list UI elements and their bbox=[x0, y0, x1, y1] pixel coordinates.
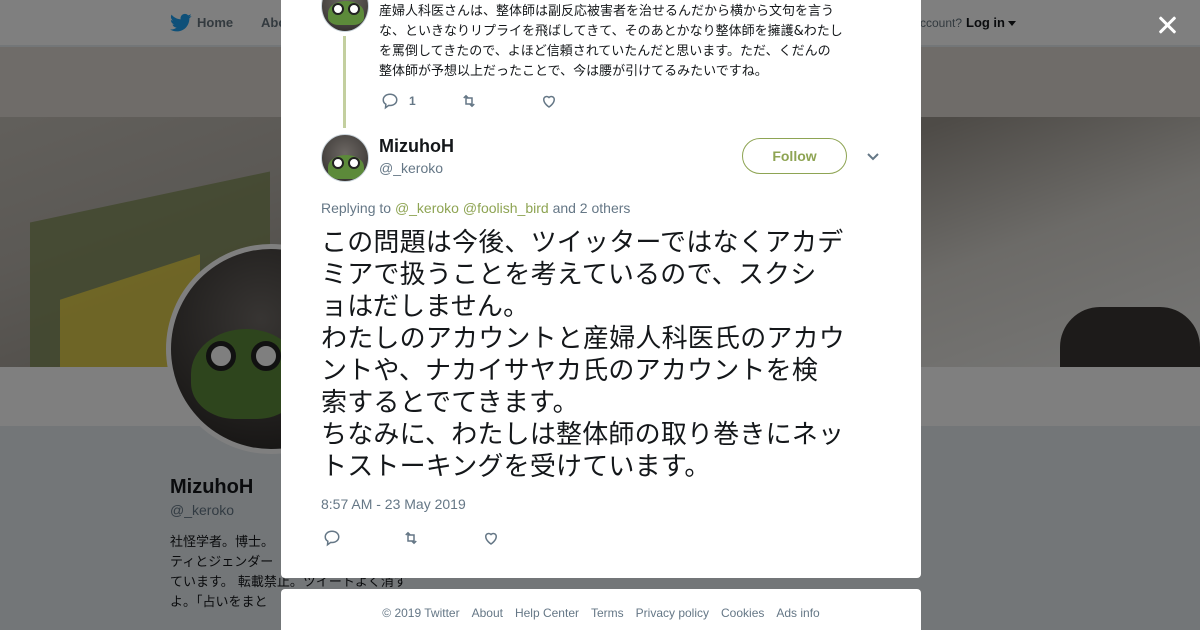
footer-copyright: © 2019 Twitter bbox=[382, 606, 460, 620]
footer-link-about[interactable]: About bbox=[472, 606, 503, 620]
footer-link-cookies[interactable]: Cookies bbox=[721, 606, 764, 620]
close-icon[interactable] bbox=[1154, 12, 1180, 38]
reply-button[interactable] bbox=[323, 529, 341, 549]
heart-icon bbox=[484, 532, 498, 545]
parent-reply-button[interactable]: 1 bbox=[381, 92, 416, 112]
reply-count: 1 bbox=[409, 94, 416, 108]
chevron-down-icon[interactable] bbox=[865, 150, 881, 164]
footer-link-terms[interactable]: Terms bbox=[591, 606, 624, 620]
author-avatar[interactable] bbox=[321, 134, 369, 182]
author-handle[interactable]: @_keroko bbox=[379, 160, 443, 176]
tweet-timestamp[interactable]: 8:57 AM - 23 May 2019 bbox=[321, 496, 466, 512]
tweet-permalink-modal: 産婦人科医さんは、整体師は副反応被害者を治せるんだから横から文句を言う な、とい… bbox=[281, 0, 921, 578]
retweet-button[interactable] bbox=[402, 529, 420, 549]
reply-icon bbox=[324, 530, 340, 547]
retweet-icon bbox=[405, 531, 417, 545]
footer: © 2019 Twitter About Help Center Terms P… bbox=[281, 589, 921, 630]
mention-link[interactable]: @foolish_bird bbox=[463, 200, 549, 216]
parent-author-avatar[interactable] bbox=[321, 0, 369, 32]
follow-button[interactable]: Follow bbox=[742, 138, 847, 174]
retweet-icon bbox=[463, 94, 475, 108]
parent-tweet-text: 産婦人科医さんは、整体師は副反応被害者を治せるんだから横から文句を言う な、とい… bbox=[379, 4, 843, 79]
footer-link-ads-info[interactable]: Ads info bbox=[776, 606, 819, 620]
author-name[interactable]: MizuhoH bbox=[379, 136, 454, 157]
replying-others[interactable]: and 2 others bbox=[553, 200, 631, 216]
parent-like-button[interactable] bbox=[540, 92, 558, 112]
thread-connector bbox=[343, 36, 346, 128]
like-button[interactable] bbox=[482, 529, 500, 549]
heart-icon bbox=[542, 95, 556, 108]
footer-link-privacy[interactable]: Privacy policy bbox=[636, 606, 709, 620]
parent-retweet-button[interactable] bbox=[460, 92, 478, 112]
mention-link[interactable]: @_keroko bbox=[395, 200, 459, 216]
footer-link-help-center[interactable]: Help Center bbox=[515, 606, 579, 620]
reply-icon bbox=[382, 93, 398, 110]
tweet-text: この問題は今後、ツイッターではなくアカデ ミアで扱うことを考えているので、スクシ… bbox=[321, 228, 846, 482]
replying-to: Replying to @_keroko @foolish_bird and 2… bbox=[321, 200, 631, 216]
